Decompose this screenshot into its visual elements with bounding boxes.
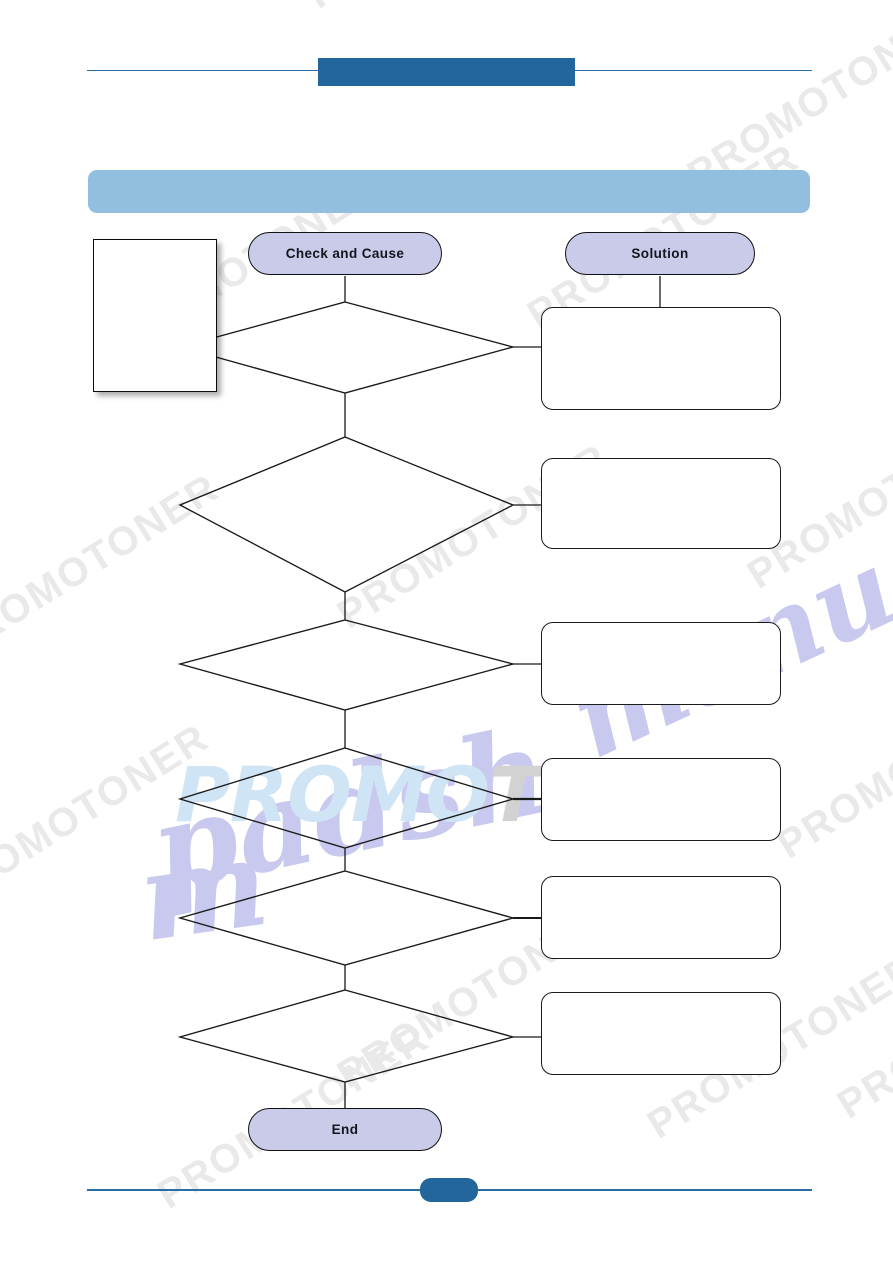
solution-box-4 <box>541 758 781 841</box>
decision-node-1-label <box>225 327 465 367</box>
flowchart: Check and Cause Solution End <box>0 0 893 1263</box>
decision-node-6-label <box>225 1018 465 1058</box>
decision-node-5-label <box>225 900 465 940</box>
solution-box-3 <box>541 622 781 705</box>
column-header-check-and-cause[interactable]: Check and Cause <box>248 232 442 275</box>
decision-node-2-label <box>225 480 465 530</box>
flow-end-node[interactable]: End <box>248 1108 442 1151</box>
solution-box-6 <box>541 992 781 1075</box>
solution-box-1 <box>541 307 781 410</box>
decision-node-3-label <box>225 645 465 685</box>
document-page: PROMOTONER PROMOTONER PROMOTONER PROMOTO… <box>0 0 893 1263</box>
column-header-check-and-cause-label: Check and Cause <box>285 246 405 261</box>
flow-end-node-label: End <box>331 1122 359 1137</box>
column-header-solution-label: Solution <box>631 246 689 261</box>
solution-box-5 <box>541 876 781 959</box>
decision-node-4-label <box>225 780 465 820</box>
solution-box-2 <box>541 458 781 549</box>
symptom-image-box <box>93 239 217 392</box>
column-header-solution[interactable]: Solution <box>565 232 755 275</box>
